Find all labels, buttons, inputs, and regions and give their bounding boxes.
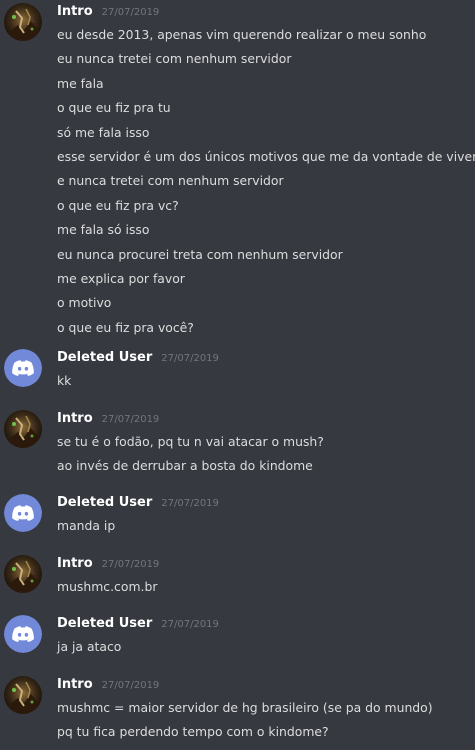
message-header: Deleted User 27/07/2019 bbox=[57, 347, 467, 369]
message-group: Intro 27/07/2019 se tu é o fodão, pq tu … bbox=[0, 408, 475, 492]
username[interactable]: Intro bbox=[57, 674, 93, 696]
message-text: o que eu fiz pra você? bbox=[57, 319, 194, 335]
message-text: me explica por favor bbox=[57, 271, 185, 287]
intro-avatar[interactable] bbox=[4, 3, 42, 41]
username[interactable]: Deleted User bbox=[57, 492, 152, 514]
message-header: Deleted User 27/07/2019 bbox=[57, 613, 467, 635]
message-group: Intro 27/07/2019 mushmc.com.br bbox=[0, 553, 475, 613]
message-text: se tu é o fodão, pq tu n vai atacar o mu… bbox=[57, 434, 324, 449]
discord-logo-icon[interactable] bbox=[4, 615, 42, 653]
message-text: manda ip bbox=[57, 518, 116, 533]
timestamp: 27/07/2019 bbox=[101, 7, 160, 18]
timestamp: 27/07/2019 bbox=[101, 414, 160, 425]
username[interactable]: Intro bbox=[57, 1, 93, 23]
message-text: só me fala isso bbox=[57, 124, 150, 140]
message-header: Deleted User 27/07/2019 bbox=[57, 492, 467, 514]
message-text: o que eu fiz pra tu bbox=[57, 100, 171, 116]
message-group: Intro 27/07/2019 eu desde 2013, apenas v… bbox=[0, 1, 475, 347]
intro-avatar[interactable] bbox=[4, 410, 42, 448]
message-text: me fala só isso bbox=[57, 222, 150, 238]
timestamp: 27/07/2019 bbox=[161, 498, 219, 509]
intro-avatar[interactable] bbox=[4, 676, 42, 714]
message-group: Intro 27/07/2019 mushmc = maior servidor… bbox=[0, 674, 475, 750]
chat-messages: Intro 27/07/2019 eu desde 2013, apenas v… bbox=[0, 0, 475, 750]
message-group: Deleted User 27/07/2019 manda ip bbox=[0, 492, 475, 553]
message-text: eu nunca tretei com nenhum servidor bbox=[57, 51, 292, 67]
message-text: o que eu fiz pra vc? bbox=[57, 197, 179, 213]
message-text: o motivo bbox=[57, 295, 112, 311]
message-header: Intro 27/07/2019 bbox=[57, 674, 467, 696]
message-group: Deleted User 27/07/2019 ja ja ataco bbox=[0, 613, 475, 674]
username[interactable]: Intro bbox=[57, 408, 93, 430]
message-header: Intro 27/07/2019 bbox=[57, 1, 467, 23]
message-text: mushmc = maior servidor de hg brasileiro… bbox=[57, 700, 433, 715]
discord-logo-icon[interactable] bbox=[4, 494, 42, 532]
timestamp: 27/07/2019 bbox=[161, 619, 219, 630]
timestamp: 27/07/2019 bbox=[101, 680, 160, 691]
username[interactable]: Intro bbox=[57, 553, 93, 575]
discord-logo-icon[interactable] bbox=[4, 349, 42, 387]
username[interactable]: Deleted User bbox=[57, 613, 152, 635]
message-text: ao invés de derrubar a bosta do kindome bbox=[57, 458, 313, 474]
message-text: eu desde 2013, apenas vim querendo reali… bbox=[57, 27, 427, 42]
timestamp: 27/07/2019 bbox=[161, 353, 219, 364]
message-text: me fala bbox=[57, 75, 104, 91]
intro-avatar[interactable] bbox=[4, 555, 42, 593]
message-text: kk bbox=[57, 373, 72, 388]
message-text: ja ja ataco bbox=[57, 639, 122, 654]
message-text: mushmc.com.br bbox=[57, 579, 158, 594]
timestamp: 27/07/2019 bbox=[101, 559, 160, 570]
message-text: eu nunca procurei treta com nenhum servi… bbox=[57, 246, 343, 262]
message-text: e nunca tretei com nenhum servidor bbox=[57, 173, 284, 189]
message-text: esse servidor é um dos únicos motivos qu… bbox=[57, 149, 475, 165]
message-header: Intro 27/07/2019 bbox=[57, 408, 467, 430]
username[interactable]: Deleted User bbox=[57, 347, 152, 369]
message-text: pq tu fica perdendo tempo com o kindome? bbox=[57, 724, 329, 740]
message-group: Deleted User 27/07/2019 kk bbox=[0, 347, 475, 408]
message-header: Intro 27/07/2019 bbox=[57, 553, 467, 575]
